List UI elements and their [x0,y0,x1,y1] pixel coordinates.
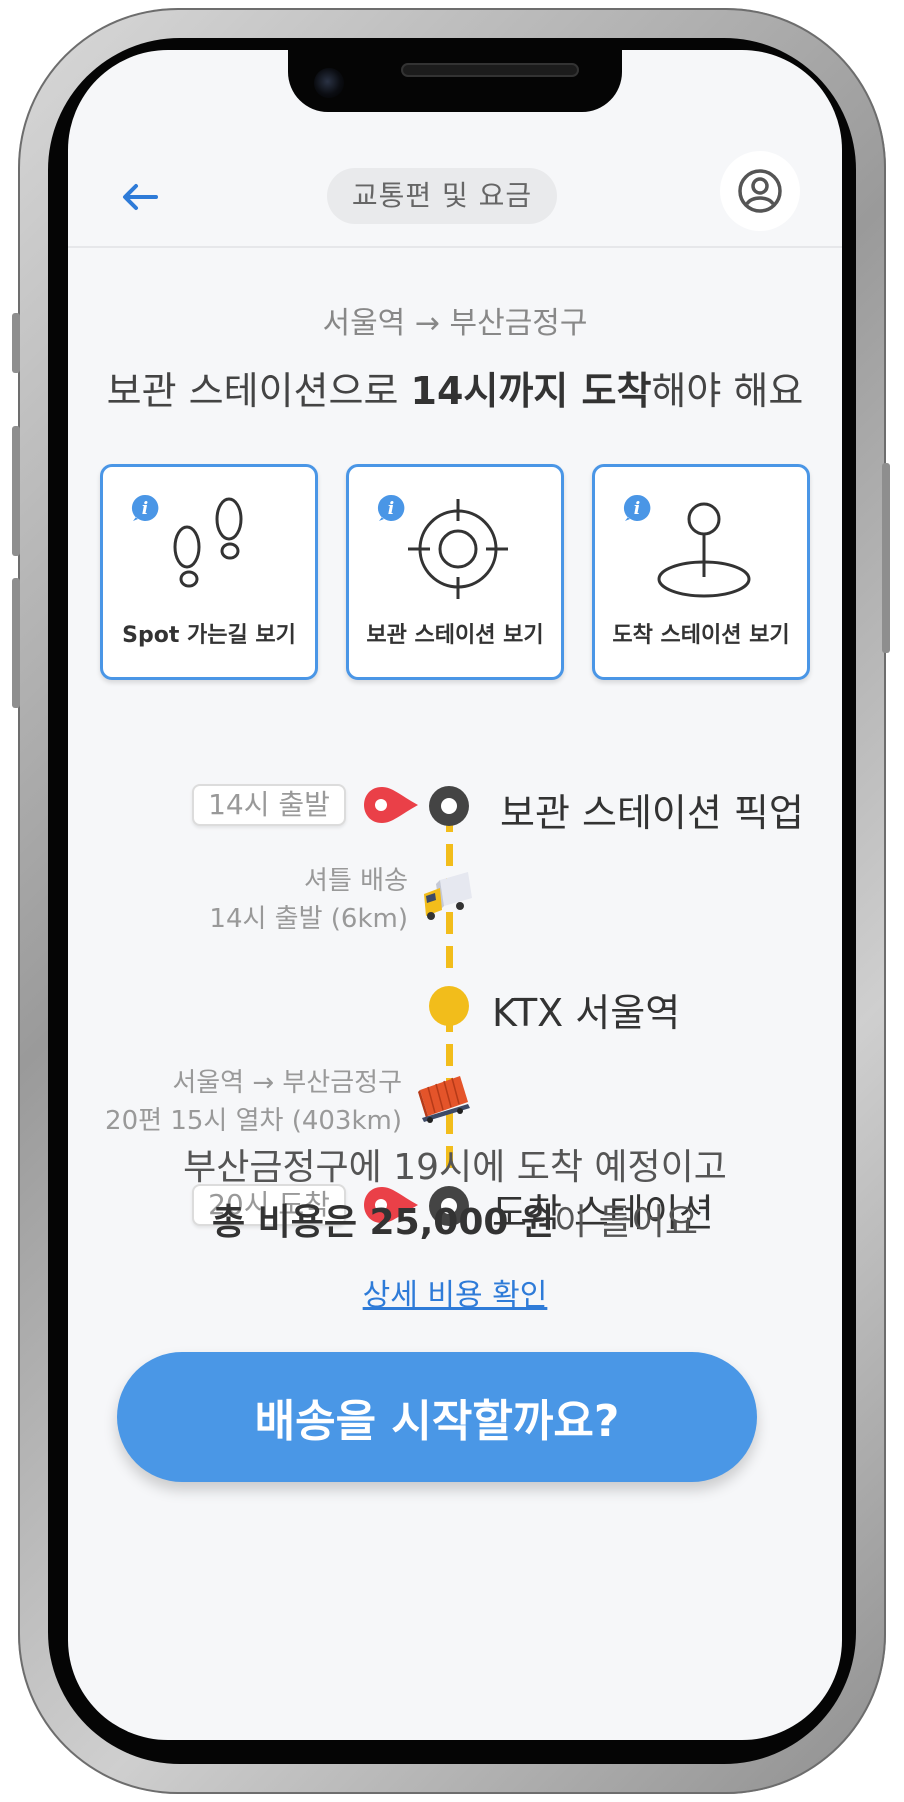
truck-icon [424,872,472,920]
top-app-bar: 교통편 및 요금 [68,146,842,248]
footprints-icon [173,497,243,588]
card-label: Spot 가는길 보기 [122,623,296,648]
route-summary: 서울역 → 부산금정구 [322,306,588,341]
arrival-cost-suffix: 이 들어요 [554,1202,699,1243]
segment-detail: 14시 출발 (6km) [209,904,408,934]
app-screen: 교통편 및 요금 서울역 → 부산금정구 보관 스테이션으로 14시까지 도착해… [68,50,842,1740]
map-pin-stand-icon [657,502,751,598]
crosshair-target-icon [408,499,508,599]
headline-suffix: 해야 해요 [651,369,804,413]
start-delivery-button[interactable]: 배송을 시작할까요? [117,1352,757,1482]
storage-station-card[interactable]: i 보관 스테이션 보기 [346,464,564,680]
arrival-cost-text: 총 비용은 25,000 원이 들어요 [68,1195,842,1250]
info-icon: i [377,494,405,521]
route-node [429,786,469,826]
info-icon: i [623,494,651,521]
arrival-summary: 부산금정구에 19시에 도착 예정이고 총 비용은 25,000 원이 들어요 [68,1140,842,1250]
arrival-eta-text: 부산금정구에 19시에 도착 예정이고 [183,1147,727,1188]
card-label: 보관 스테이션 보기 [366,623,544,648]
spot-directions-card[interactable]: i Spot 가는길 보기 [100,464,318,680]
svg-text:i: i [142,499,148,519]
arrival-deadline-headline: 보관 스테이션으로 14시까지 도착해야 해요 [68,360,842,415]
freight-train-icon [418,1076,470,1123]
page-title: 교통편 및 요금 [327,168,557,224]
segment-title: 서울역 → 부산금정구 [172,1068,402,1098]
arrival-station-card[interactable]: i 도착 스테이션 보기 [592,464,810,680]
segment-detail: 20편 15시 열차 (403km) [105,1106,402,1136]
headline-bold: 14시까지 도착 [410,369,652,413]
segment-info: 셔틀 배송 14시 출발 (6km) [68,862,408,938]
route-node [429,986,469,1026]
profile-button[interactable] [720,151,800,231]
segment-info: 서울역 → 부산금정구 20편 15시 열차 (403km) [68,1064,402,1140]
stop-label: KTX 서울역 [492,991,681,1035]
card-label: 도착 스테이션 보기 [612,623,790,648]
silent-switch [12,313,20,373]
segment-title: 셔틀 배송 [304,866,408,896]
total-cost: 총 비용은 25,000 원 [211,1202,555,1243]
user-circle-icon [738,169,782,213]
headline-prefix: 보관 스테이션으로 [106,369,411,413]
info-icon: i [131,494,159,521]
front-camera [314,68,344,98]
volume-up-button [12,426,20,556]
svg-text:i: i [388,499,394,519]
location-pin-icon [364,787,418,823]
stop-label: 보관 스테이션 픽업 [500,791,804,835]
volume-down-button [12,578,20,708]
svg-text:i: i [634,499,640,519]
cost-detail-link[interactable]: 상세 비용 확인 [68,1270,842,1314]
arrow-left-icon[interactable] [120,182,160,212]
earpiece-speaker [401,63,579,77]
power-button [882,463,890,653]
departure-time-chip: 14시 출발 [192,784,346,826]
